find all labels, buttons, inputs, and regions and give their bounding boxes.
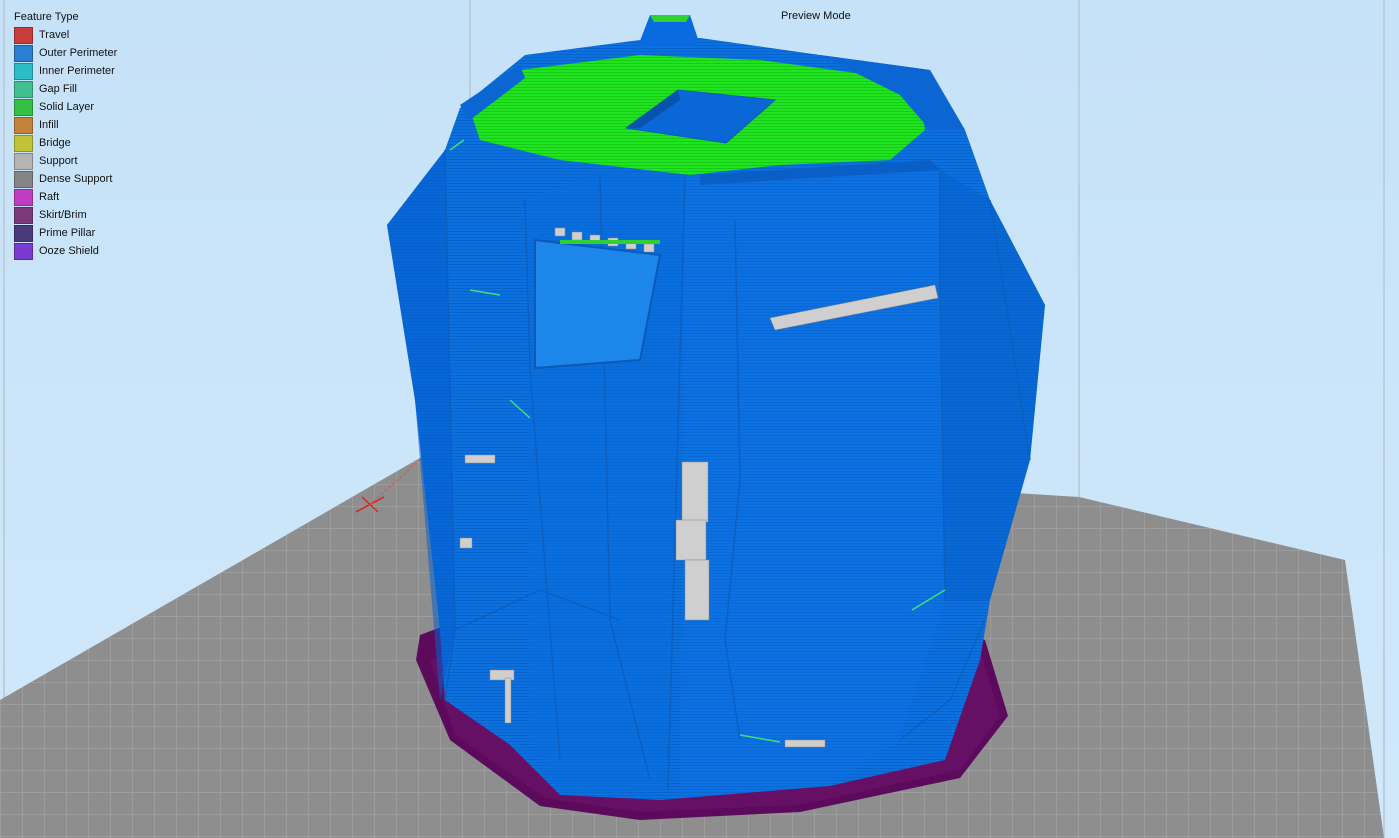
- legend-item-label: Gap Fill: [39, 83, 77, 95]
- legend-item-outer-perimeter: Outer Perimeter: [14, 44, 117, 62]
- legend-item-skirt-brim: Skirt/Brim: [14, 206, 117, 224]
- window-panel: [534, 238, 662, 370]
- legend-item-raft: Raft: [14, 188, 117, 206]
- legend-item-label: Skirt/Brim: [39, 209, 87, 221]
- legend-swatch: [14, 188, 33, 206]
- 3d-preview-viewport[interactable]: Preview Mode Feature Type Travel Outer P…: [0, 0, 1399, 838]
- preview-mode-label: Preview Mode: [781, 10, 851, 22]
- legend-item-label: Raft: [39, 191, 60, 203]
- legend-swatch: [14, 242, 33, 260]
- legend-swatch: [14, 98, 33, 116]
- legend-item-bridge: Bridge: [14, 134, 117, 152]
- legend-swatch: [14, 26, 33, 44]
- legend-swatch: [14, 44, 33, 62]
- model-body[interactable]: [387, 15, 1045, 800]
- legend-item-label: Bridge: [39, 137, 71, 149]
- legend-item-infill: Infill: [14, 116, 117, 134]
- legend-item-gap-fill: Gap Fill: [14, 80, 117, 98]
- legend-item-label: Prime Pillar: [39, 227, 96, 239]
- legend-item-label: Inner Perimeter: [39, 65, 115, 77]
- legend-item-solid-layer: Solid Layer: [14, 98, 117, 116]
- legend-item-label: Dense Support: [39, 173, 113, 185]
- legend-title: Feature Type: [14, 11, 79, 23]
- build-scene[interactable]: [0, 0, 1399, 838]
- legend-swatch: [14, 62, 33, 80]
- legend-items: Travel Outer Perimeter Inner Perimeter G…: [14, 26, 117, 260]
- legend-item-label: Ooze Shield: [39, 245, 99, 257]
- legend-item-label: Support: [39, 155, 78, 167]
- legend-swatch: [14, 80, 33, 98]
- legend-swatch: [14, 170, 33, 188]
- legend-item-prime-pillar: Prime Pillar: [14, 224, 117, 242]
- legend-item-dense-support: Dense Support: [14, 170, 117, 188]
- legend-item-travel: Travel: [14, 26, 117, 44]
- legend-item-label: Solid Layer: [39, 101, 95, 113]
- legend-item-ooze-shield: Ooze Shield: [14, 242, 117, 260]
- feature-type-legend: Feature Type Travel Outer Perimeter Inne…: [14, 10, 117, 260]
- legend-swatch: [14, 116, 33, 134]
- legend-swatch: [14, 224, 33, 242]
- legend-item-label: Travel: [39, 29, 70, 41]
- legend-swatch: [14, 134, 33, 152]
- legend-swatch: [14, 152, 33, 170]
- legend-item-support: Support: [14, 152, 117, 170]
- legend-item-label: Infill: [39, 119, 59, 131]
- legend-swatch: [14, 206, 33, 224]
- legend-item-inner-perimeter: Inner Perimeter: [14, 62, 117, 80]
- legend-item-label: Outer Perimeter: [39, 47, 118, 59]
